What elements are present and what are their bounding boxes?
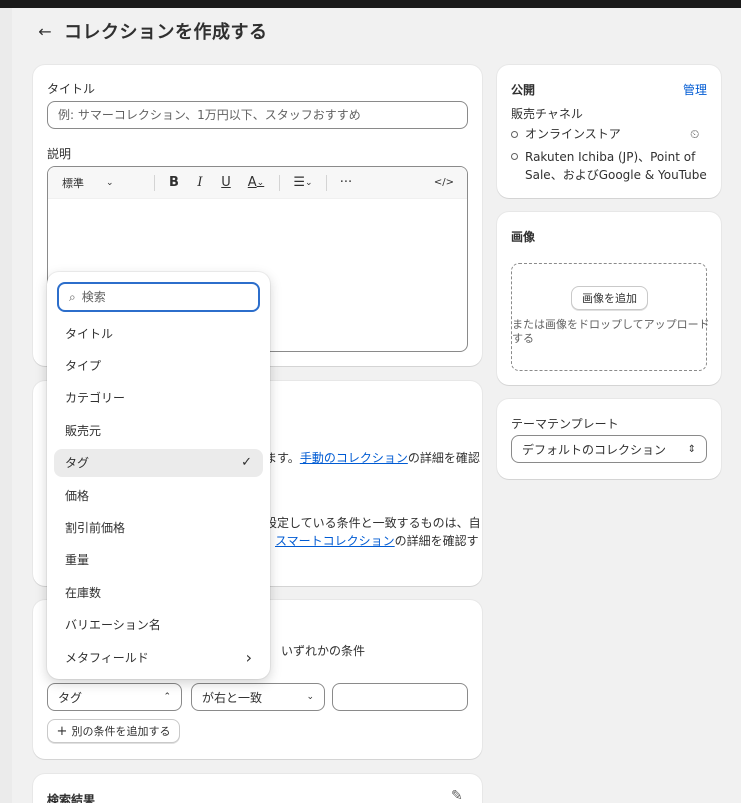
plus-icon: + [56, 723, 68, 739]
theme-template-select[interactable]: デフォルトのコレクション ⇕ [511, 435, 707, 463]
channel-status-dot [511, 131, 518, 138]
smart-text: 設定している条件と一致するものは、自 [265, 516, 481, 530]
theme-template-value: デフォルトのコレクション [522, 442, 667, 457]
toolbar-divider [154, 174, 155, 191]
dropdown-item[interactable]: バリエーション名 [54, 611, 263, 639]
sales-channels-label: 販売チャネル [511, 107, 583, 121]
dropdown-item[interactable]: タイプ [54, 351, 263, 379]
manual-text: ます。 [265, 451, 300, 465]
publishing-title: 公開 [511, 83, 536, 97]
dropdown-item[interactable]: メタフィールド › [54, 643, 263, 671]
left-strip [0, 8, 12, 803]
channel-other-line1: Rakuten Ichiba (JP)、Point of [525, 150, 696, 164]
dropdown-item-label: 販売元 [65, 423, 102, 438]
dropdown-item-label: メタフィールド [65, 650, 149, 665]
dropdown-item-label: 価格 [65, 488, 90, 503]
smart-collection-text: 設定している条件と一致するものは、自 [265, 514, 481, 532]
select-updown-icon: ⇕ [687, 443, 696, 455]
page-header: ← コレクションを作成する [36, 18, 268, 44]
dropdown-item[interactable]: 重量 [54, 546, 263, 574]
condition-field-dropdown: ⌕ タイトルタイプカテゴリー販売元タグ ✓ 価格割引前価格重量在庫数バリエーション名… [47, 272, 270, 679]
image-title: 画像 [511, 230, 536, 244]
add-condition-button[interactable]: + 別の条件を追加する [47, 719, 180, 743]
search-results-label: 検索結果 [47, 793, 96, 803]
dropdown-search[interactable]: ⌕ [57, 282, 260, 312]
manual-collection-text: ます。手動のコレクションの詳細を確認 [265, 449, 480, 467]
smart-suffix: の詳細を確認す [394, 534, 479, 548]
page-title: コレクションを作成する [64, 22, 268, 43]
publishing-card: 公開 管理 販売チャネル オンラインストア ⏲ Rakuten Ichiba (… [497, 65, 721, 198]
arrow-left-icon[interactable]: ← [36, 22, 54, 41]
format-select-label: 標準 [62, 176, 84, 190]
dropdown-item-label: タグ [65, 456, 90, 471]
any-condition-label: いずれかの条件 [281, 644, 366, 658]
manage-link[interactable]: 管理 [683, 81, 707, 98]
add-condition-label: 別の条件を追加する [71, 725, 171, 738]
chevron-up-icon: ⌃ [163, 692, 171, 702]
more-icon[interactable]: ··· [335, 172, 357, 194]
title-input[interactable] [47, 101, 468, 129]
dropdown-item[interactable]: タグ ✓ [54, 448, 263, 477]
channel-other-line2: Sale、およびGoogle & YouTube [525, 168, 707, 182]
bold-icon[interactable]: B [163, 172, 185, 194]
description-label: 説明 [47, 147, 72, 161]
image-card: 画像 画像を追加 または画像をドロップしてアップロード する [497, 212, 721, 385]
chevron-down-icon: ⌄ [305, 177, 313, 188]
dropdown-item[interactable]: 販売元 [54, 416, 263, 444]
channel-status-dot [511, 153, 518, 160]
top-bar [0, 0, 741, 8]
dropdown-item-label: 在庫数 [65, 585, 102, 600]
italic-icon[interactable]: I [189, 172, 211, 194]
condition-field-value: タグ [58, 690, 83, 705]
theme-template-label: テーマテンプレート [511, 417, 619, 431]
smart-collection-link[interactable]: スマートコレクション [275, 534, 395, 548]
text-color-icon[interactable]: A ⌄ [241, 172, 271, 194]
manual-collection-link[interactable]: 手動のコレクション [300, 451, 408, 465]
align-icon[interactable]: ☰ ⌄ [288, 172, 318, 194]
dropdown-item-label: 割引前価格 [65, 520, 126, 535]
underline-icon[interactable]: U [215, 172, 237, 194]
edit-pencil-icon[interactable]: ✎ [451, 788, 463, 803]
dropdown-item-label: タイプ [65, 358, 102, 373]
condition-field-select[interactable]: タグ ⌃ [47, 683, 182, 711]
chevron-down-icon: ⌄ [306, 692, 314, 702]
theme-template-card: テーマテンプレート デフォルトのコレクション ⇕ [497, 399, 721, 479]
toolbar-divider [279, 174, 280, 191]
dropdown-item-label: 重量 [65, 553, 90, 568]
checkmark-icon: ✓ [241, 455, 252, 471]
title-label: タイトル [47, 82, 96, 96]
drop-text-line2: する [512, 332, 534, 345]
calendar-clock-icon[interactable]: ⏲ [690, 127, 699, 142]
code-icon[interactable]: </> [429, 172, 459, 194]
search-results-card: 検索結果 ✎ [33, 774, 482, 803]
dropdown-item[interactable]: タイトル [54, 319, 263, 347]
dropdown-item[interactable]: 在庫数 [54, 578, 263, 606]
dropdown-item-label: カテゴリー [65, 391, 126, 406]
image-dropzone[interactable]: 画像を追加 または画像をドロップしてアップロード する [511, 263, 710, 371]
toolbar-divider [326, 174, 327, 191]
dropdown-item-label: バリエーション名 [65, 618, 161, 633]
condition-operator-value: が右と一致 [202, 690, 263, 705]
chevron-down-icon: ⌄ [106, 177, 114, 188]
condition-value-input[interactable] [332, 683, 468, 711]
chevron-down-icon: ⌄ [256, 177, 265, 188]
editor-toolbar: 標準 ⌄ B I U A ⌄ ☰ ⌄ ··· </> [48, 167, 467, 199]
condition-operator-select[interactable]: が右と一致 ⌄ [191, 683, 325, 711]
smart-collection-link-line: スマートコレクションの詳細を確認す [275, 532, 479, 550]
dropdown-item[interactable]: 価格 [54, 481, 263, 509]
manual-suffix: の詳細を確認 [407, 451, 480, 465]
drop-text-line1: または画像をドロップしてアップロード [512, 318, 710, 331]
dropdown-search-input[interactable] [81, 290, 232, 304]
dropdown-item[interactable]: 割引前価格 [54, 513, 263, 541]
dropdown-item-label: タイトル [65, 326, 114, 341]
text-color-glyph: A [247, 175, 257, 190]
chevron-right-icon: › [245, 647, 252, 667]
format-select[interactable]: 標準 ⌄ [56, 175, 146, 191]
channel-online-store: オンラインストア [525, 127, 621, 141]
search-icon: ⌕ [69, 289, 76, 304]
dropdown-item[interactable]: カテゴリー [54, 384, 263, 412]
add-image-button[interactable]: 画像を追加 [571, 286, 648, 310]
